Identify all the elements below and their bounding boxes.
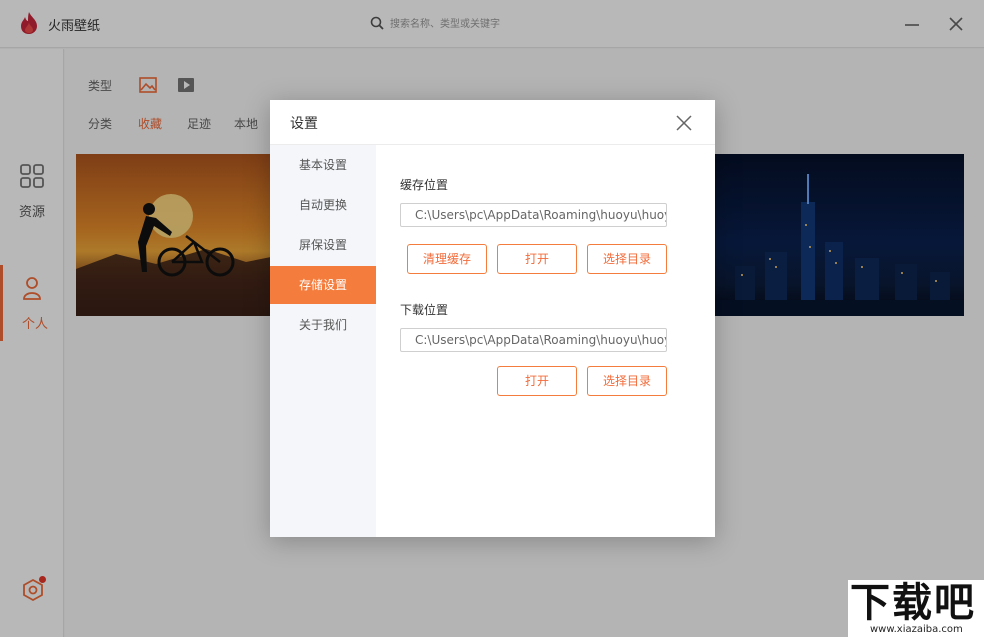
settings-dialog: 设置 基本设置 自动更换 屏保设置 存储设置 关于我们 缓存位置 C:\User… (270, 100, 715, 537)
open-download-button[interactable]: 打开 (497, 366, 577, 396)
download-location-title: 下载位置 (400, 303, 449, 317)
menu-item-screensaver[interactable]: 屏保设置 (270, 226, 376, 264)
close-icon (676, 115, 692, 131)
cache-path-field[interactable]: C:\Users\pc\AppData\Roaming\huoyu\huoyu (400, 203, 667, 227)
menu-item-auto-change[interactable]: 自动更换 (270, 186, 376, 224)
watermark-logo: 下载吧 www.xiazaiba.com (848, 580, 984, 637)
dialog-close-button[interactable] (670, 109, 698, 137)
cache-location-title: 缓存位置 (400, 178, 449, 192)
settings-menu: 基本设置 自动更换 屏保设置 存储设置 关于我们 (270, 145, 376, 537)
watermark-url: www.xiazaiba.com (870, 624, 963, 635)
clear-cache-button[interactable]: 清理缓存 (407, 244, 487, 274)
dialog-title: 设置 (290, 116, 318, 132)
menu-item-basic[interactable]: 基本设置 (270, 146, 376, 184)
storage-settings-panel: 缓存位置 C:\Users\pc\AppData\Roaming\huoyu\h… (376, 145, 715, 537)
menu-item-storage[interactable]: 存储设置 (270, 266, 376, 304)
open-cache-button[interactable]: 打开 (497, 244, 577, 274)
menu-item-about[interactable]: 关于我们 (270, 306, 376, 344)
download-path-field[interactable]: C:\Users\pc\AppData\Roaming\huoyu\huoyu (400, 328, 667, 352)
watermark-brand: 下载吧 (850, 580, 976, 626)
choose-download-dir-button[interactable]: 选择目录 (587, 366, 667, 396)
dialog-header: 设置 (270, 100, 715, 145)
choose-cache-dir-button[interactable]: 选择目录 (587, 244, 667, 274)
